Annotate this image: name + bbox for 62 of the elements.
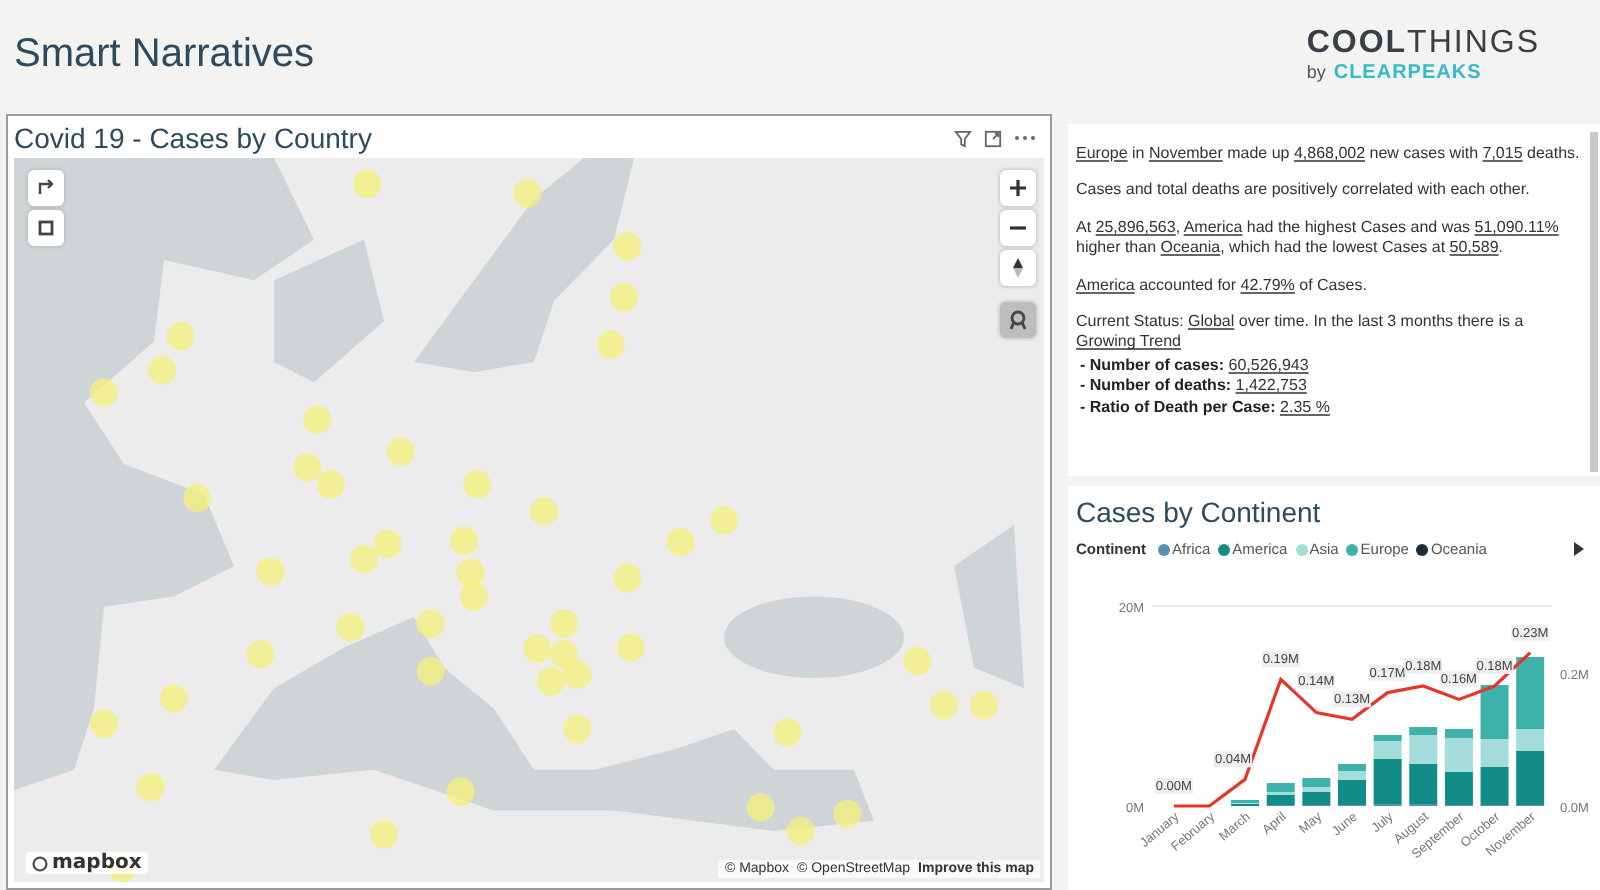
value-link[interactable]: 2.35 % [1280, 397, 1330, 416]
bar-segment[interactable] [1266, 783, 1295, 792]
value-link[interactable]: Europe [1076, 144, 1128, 162]
narrative-paragraph: Cases and total deaths are positively correlated with each other. [1076, 180, 1532, 202]
filter-icon[interactable] [954, 129, 972, 147]
logo-wordmark: COOLTHINGS [1306, 25, 1540, 61]
value-link[interactable]: 42.79% [1240, 275, 1295, 294]
curved-arrow-icon [36, 178, 56, 198]
compass-button[interactable] [1000, 250, 1036, 286]
narrative-paragraph: Current Status: Global over time. In the last 3 months there is a Growing Trend [1076, 311, 1526, 354]
lasso-select-button[interactable] [28, 170, 64, 206]
value-link[interactable]: 50,589 [1449, 238, 1499, 257]
narrative-paragraph: America accounted for 42.79% of Cases. [1076, 275, 1369, 296]
bar-segment[interactable] [1409, 727, 1438, 735]
bar-segment[interactable] [1373, 759, 1402, 804]
rectangle-select-button[interactable] [28, 210, 64, 246]
map-logo: mapbox [26, 852, 148, 874]
legend-next-icon[interactable] [1574, 542, 1584, 556]
logo-by-text: by [1306, 61, 1326, 81]
bar-segment[interactable] [1266, 795, 1295, 805]
bar-segment[interactable] [1373, 735, 1402, 741]
value-link[interactable]: 25,896,563 [1095, 217, 1176, 236]
logo-brand-text: CLEARPEAKS [1333, 61, 1482, 83]
bullet-label: - Number of cases: [1080, 355, 1225, 374]
bullet-label: - Number of deaths: [1080, 376, 1232, 395]
compass-icon [1008, 258, 1028, 278]
bar-segment[interactable] [1302, 792, 1331, 805]
bar-segment[interactable] [1409, 764, 1438, 804]
bar-segment[interactable] [1480, 767, 1509, 805]
visual-title: Covid 19 - Cases by Country [14, 122, 372, 154]
zoom-out-button[interactable] [1000, 210, 1036, 246]
bullet-label: - Ratio of Death per Case: [1080, 397, 1276, 416]
value-link[interactable]: Global [1188, 311, 1235, 330]
bar-segment[interactable] [1444, 738, 1473, 772]
scrollbar-thumb[interactable] [1590, 132, 1598, 472]
value-link[interactable]: Growing Trend [1076, 332, 1181, 351]
value-link[interactable]: America [1183, 217, 1243, 236]
bar-segment[interactable] [1444, 772, 1473, 805]
square-icon [36, 218, 56, 238]
value-link[interactable]: 1,422,753 [1235, 376, 1307, 395]
zoom-in-button[interactable] [1000, 170, 1036, 206]
bar-segment[interactable] [1302, 778, 1331, 787]
value-link[interactable]: 4,868,002 [1293, 144, 1366, 162]
value-link[interactable]: 7,015 [1482, 144, 1523, 162]
bar-segment[interactable] [1516, 751, 1545, 805]
page-title: Smart Narratives [14, 31, 315, 77]
narrative-paragraph: Europe in November made up 4,868,002 new cases with 7,015 deaths. [1076, 144, 1582, 165]
plus-icon [1008, 178, 1028, 198]
value-link[interactable]: November [1148, 144, 1223, 162]
value-link[interactable]: Oceania [1160, 238, 1221, 257]
value-link[interactable]: America [1076, 275, 1135, 294]
value-link[interactable]: 60,526,943 [1228, 355, 1309, 374]
more-options-icon[interactable] [1014, 134, 1036, 142]
focus-mode-icon[interactable] [984, 129, 1002, 147]
bar-segment[interactable] [1480, 685, 1509, 739]
bar-segment[interactable] [1516, 657, 1545, 729]
locate-button[interactable] [1000, 302, 1036, 338]
value-link[interactable]: 51,090.11% [1474, 217, 1559, 236]
bar-segment[interactable] [1444, 729, 1473, 738]
narrative-paragraph: At 25,896,563, America had the highest Cases and was 51,090.11% higher than Oceania, which had the lowest Cases at 50,589. [1076, 217, 1561, 260]
person-icon [1008, 310, 1028, 330]
chart-title: Cases by Continent [1076, 496, 1323, 528]
